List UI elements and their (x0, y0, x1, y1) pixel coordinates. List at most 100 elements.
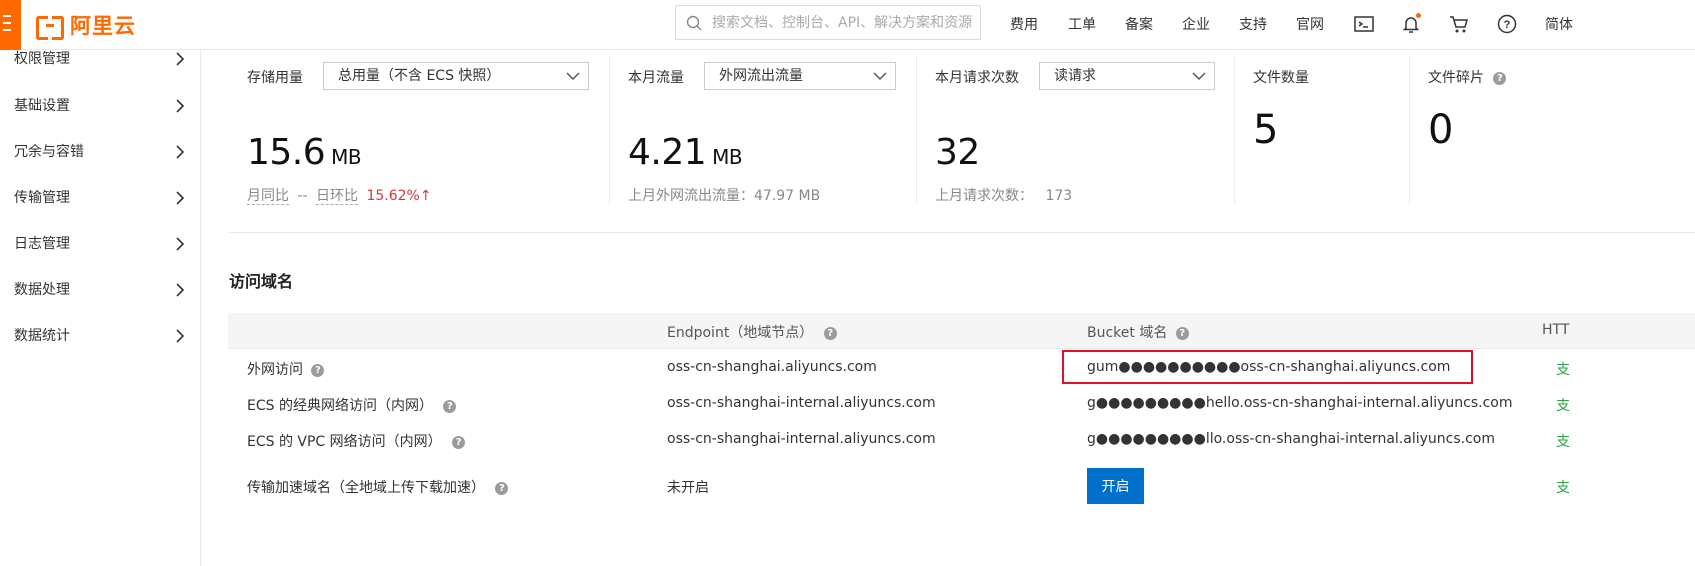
select-value: 总用量（不含 ECS 快照） (338, 68, 501, 84)
chevron-right-icon (176, 191, 185, 205)
sidebar-item-data-statistics[interactable]: 数据统计 (0, 327, 200, 357)
chevron-down-icon (873, 72, 887, 81)
storage-value: 15.6 MB (247, 132, 362, 173)
sidebar-item-label: 数据处理 (14, 282, 70, 298)
dod-label[interactable]: 日环比 (316, 188, 359, 205)
sidebar-item-permissions[interactable]: 权限管理 (0, 50, 200, 80)
mom-label[interactable]: 月同比 (247, 188, 289, 205)
help-icon[interactable]: ? (1496, 13, 1518, 35)
stat-title: 存储用量 (247, 70, 303, 86)
https-support: 支 (1556, 480, 1570, 496)
nav-fees[interactable]: 费用 (1010, 14, 1038, 34)
language-switch[interactable]: 简体 (1545, 14, 1573, 34)
sidebar-item-logs[interactable]: 日志管理 (0, 235, 200, 265)
storage-compare: 月同比 -- 日环比 15.62%↑ (247, 185, 432, 205)
https-support: 支 (1556, 362, 1570, 378)
col-endpoint: Endpoint（地域节点） ? (667, 322, 837, 342)
stat-storage: 存储用量 总用量（不含 ECS 快照） 15.6 MB 月同比 -- 日环比 15… (247, 50, 597, 205)
storage-type-select[interactable]: 总用量（不含 ECS 快照） (323, 62, 589, 90)
help-icon[interactable]: ? (495, 481, 509, 495)
sub-value: 173 (1045, 188, 1073, 204)
logo-text: 阿里云 (70, 14, 136, 38)
sidebar-item-label: 权限管理 (14, 51, 70, 67)
endpoint-value[interactable]: oss-cn-shanghai-internal.aliyuncs.com (667, 431, 936, 447)
enable-acceleration-button[interactable]: 开启 (1087, 468, 1144, 504)
bucket-domain[interactable]: g●●●●●●●●●hello.oss-cn-shanghai-internal… (1087, 395, 1513, 411)
value-unit: MB (331, 145, 362, 169)
terminal-icon[interactable] (1353, 13, 1375, 35)
row-label: ECS 的经典网络访问（内网） ? (247, 395, 457, 415)
chevron-right-icon (176, 99, 185, 113)
row-label-text: ECS 的 VPC 网络访问（内网） (247, 434, 442, 450)
row-label: 外网访问 ? (247, 359, 325, 379)
col-https: HTT (1542, 322, 1570, 338)
files-value: 5 (1253, 107, 1278, 153)
value-number: 15.6 (247, 132, 326, 173)
help-icon[interactable]: ? (1175, 326, 1189, 340)
chevron-down-icon (1192, 72, 1206, 81)
search-input[interactable] (712, 14, 972, 31)
fragments-value: 0 (1428, 107, 1453, 153)
traffic-type-select[interactable]: 外网流出流量 (704, 62, 896, 90)
row-label-text: ECS 的经典网络访问（内网） (247, 398, 433, 414)
chevron-right-icon (176, 237, 185, 251)
logo-icon (36, 16, 64, 40)
sidebar-item-data-processing[interactable]: 数据处理 (0, 281, 200, 311)
stat-requests: 本月请求次数 读请求 32 上月请求次数： 173 (935, 50, 1225, 205)
https-support: 支 (1556, 434, 1570, 450)
chevron-right-icon (176, 145, 185, 159)
nav-icp[interactable]: 备案 (1125, 14, 1153, 34)
help-icon[interactable]: ? (443, 399, 457, 413)
highlight-box (1062, 350, 1473, 384)
select-value: 外网流出流量 (719, 68, 803, 84)
nav-tickets[interactable]: 工单 (1068, 14, 1096, 34)
sidebar-item-basic-settings[interactable]: 基础设置 (0, 97, 200, 127)
stat-title: 本月请求次数 (935, 70, 1019, 86)
stat-files: 文件数量 5 (1253, 50, 1403, 205)
divider (916, 55, 917, 205)
requests-last-month: 上月请求次数： 173 (935, 185, 1072, 205)
sidebar: 权限管理 基础设置 冗余与容错 传输管理 日志管理 数据处理 数据统计 (0, 50, 201, 566)
chevron-right-icon (176, 283, 185, 297)
sub-label: 上月请求次数： (935, 188, 1033, 204)
cart-icon[interactable] (1448, 13, 1470, 35)
mom-value: -- (297, 188, 308, 204)
sidebar-item-label: 冗余与容错 (14, 144, 84, 160)
help-icon[interactable]: ? (452, 435, 466, 449)
row-label-text: 外网访问 (247, 362, 303, 378)
endpoint-value[interactable]: oss-cn-shanghai-internal.aliyuncs.com (667, 395, 936, 411)
nav-support[interactable]: 支持 (1239, 14, 1267, 34)
sidebar-item-redundancy[interactable]: 冗余与容错 (0, 143, 200, 173)
menu-icon[interactable] (0, 0, 21, 50)
nav-official-site[interactable]: 官网 (1296, 14, 1324, 34)
chevron-right-icon (176, 52, 185, 66)
search-box[interactable] (675, 5, 981, 40)
sidebar-item-transfer[interactable]: 传输管理 (0, 189, 200, 219)
help-icon[interactable]: ? (823, 326, 837, 340)
section-divider (228, 232, 1695, 233)
bucket-domain[interactable]: g●●●●●●●●●llo.oss-cn-shanghai-internal.a… (1087, 431, 1495, 447)
dod-value: 15.62% (366, 188, 420, 204)
sidebar-item-label: 数据统计 (14, 328, 70, 344)
requests-value: 32 (935, 132, 980, 173)
help-icon[interactable]: ? (311, 363, 325, 377)
endpoint-value[interactable]: oss-cn-shanghai.aliyuncs.com (667, 359, 877, 375)
value-number: 4.21 (628, 132, 707, 173)
divider (1234, 55, 1235, 205)
search-icon (686, 15, 702, 30)
stat-title: 本月流量 (628, 70, 684, 86)
help-icon[interactable]: ? (1493, 71, 1507, 85)
nav-enterprise[interactable]: 企业 (1182, 14, 1210, 34)
section-title: 访问域名 (229, 272, 294, 291)
row-label: 传输加速域名（全地域上传下载加速） ? (247, 477, 509, 497)
chevron-down-icon (566, 72, 580, 81)
value-unit: MB (712, 145, 743, 169)
table-header: Endpoint（地域节点） ? Bucket 域名 ? HTT (228, 313, 1695, 349)
request-type-select[interactable]: 读请求 (1039, 62, 1215, 90)
notification-bell[interactable] (1400, 13, 1422, 35)
aliyun-logo[interactable]: 阿里云 (36, 12, 136, 40)
col-endpoint-label: Endpoint（地域节点） (667, 325, 814, 341)
svg-text:?: ? (1504, 19, 1511, 31)
select-value: 读请求 (1054, 68, 1096, 84)
sidebar-item-label: 基础设置 (14, 98, 70, 114)
